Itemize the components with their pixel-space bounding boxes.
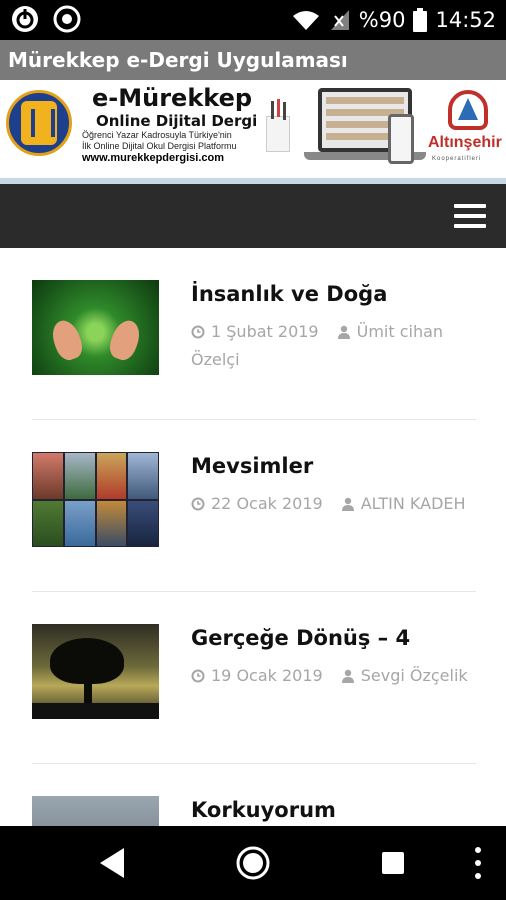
banner-tagline-2: İlk Online Dijital Okul Dergisi Platform… xyxy=(82,141,237,151)
back-button[interactable] xyxy=(78,826,148,900)
post-thumbnail[interactable] xyxy=(32,796,159,826)
battery-percent: %90 xyxy=(358,8,406,32)
system-nav-bar xyxy=(0,826,506,900)
list-item[interactable]: Mevsimler 22 Ocak 2019 ALTIN KADEH xyxy=(32,420,476,592)
post-date[interactable]: 19 Ocak 2019 xyxy=(211,666,323,685)
banner-tagline-1: Öğrenci Yazar Kadrosuyla Türkiye'nin xyxy=(82,130,232,140)
post-author[interactable]: ALTIN KADEH xyxy=(361,494,466,513)
battery-icon xyxy=(413,8,428,32)
list-item[interactable]: İnsanlık ve Doğa 1 Şubat 2019 Ümit cihan … xyxy=(32,248,476,420)
status-bar: %90 14:52 xyxy=(0,0,506,40)
post-meta: 1 Şubat 2019 Ümit cihan Özelçi xyxy=(191,318,471,374)
menu-icon[interactable] xyxy=(454,204,486,230)
post-title[interactable]: İnsanlık ve Doğa xyxy=(191,282,387,306)
back-icon xyxy=(100,848,124,878)
recents-icon xyxy=(382,852,404,874)
post-title[interactable]: Gerçeğe Dönüş – 4 xyxy=(191,626,410,650)
app-title-bar: Mürekkep e-Dergi Uygulaması xyxy=(0,40,506,80)
user-icon xyxy=(341,497,354,511)
partner-name: Altınşehir xyxy=(428,134,502,151)
post-date[interactable]: 22 Ocak 2019 xyxy=(211,494,323,513)
banner-url: www.murekkepdergisi.com xyxy=(82,152,225,164)
app-title: Mürekkep e-Dergi Uygulaması xyxy=(8,48,348,72)
post-thumbnail[interactable] xyxy=(32,624,159,719)
partner-subtitle: Kooperatifleri xyxy=(432,156,482,162)
banner-subtitle: Online Dijital Dergi xyxy=(96,112,258,130)
post-author[interactable]: Sevgi Özçelik xyxy=(361,666,468,685)
pen-cup-illustration xyxy=(266,101,290,152)
more-vertical-icon xyxy=(475,847,481,879)
magazine-logo xyxy=(6,90,72,156)
banner-title: e-Mürekkep xyxy=(92,84,253,112)
header-banner[interactable]: e-Mürekkep Online Dijital Dergi Öğrenci … xyxy=(0,80,506,184)
shield-icon xyxy=(448,90,488,130)
clock-icon xyxy=(191,669,205,683)
wifi-icon xyxy=(292,11,319,30)
post-meta: 19 Ocak 2019 Sevgi Özçelik xyxy=(191,662,471,690)
power-icon xyxy=(12,6,38,32)
list-item[interactable]: Gerçeğe Dönüş – 4 19 Ocak 2019 Sevgi Özçe… xyxy=(32,592,476,764)
phone-illustration xyxy=(388,114,414,164)
sync-icon xyxy=(53,5,81,33)
post-date[interactable]: 1 Şubat 2019 xyxy=(211,322,319,341)
site-navbar xyxy=(0,184,506,248)
post-title[interactable]: Korkuyorum xyxy=(191,798,336,822)
clock-icon xyxy=(191,325,205,339)
post-title[interactable]: Mevsimler xyxy=(191,454,313,478)
clock-icon xyxy=(191,497,205,511)
post-thumbnail[interactable] xyxy=(32,452,159,547)
list-item[interactable]: Korkuyorum xyxy=(32,764,476,826)
home-icon xyxy=(236,846,270,880)
user-icon xyxy=(337,325,350,339)
post-meta: 22 Ocak 2019 ALTIN KADEH xyxy=(191,490,471,518)
partner-logo: Altınşehir Kooperatifleri xyxy=(428,86,506,176)
overflow-menu-button[interactable] xyxy=(450,826,506,900)
user-icon xyxy=(341,669,354,683)
recents-button[interactable] xyxy=(358,826,428,900)
signal-icon xyxy=(330,10,349,30)
post-list[interactable]: İnsanlık ve Doğa 1 Şubat 2019 Ümit cihan … xyxy=(0,248,506,826)
post-thumbnail[interactable] xyxy=(32,280,159,375)
home-button[interactable] xyxy=(218,826,288,900)
clock: 14:52 xyxy=(435,8,496,32)
